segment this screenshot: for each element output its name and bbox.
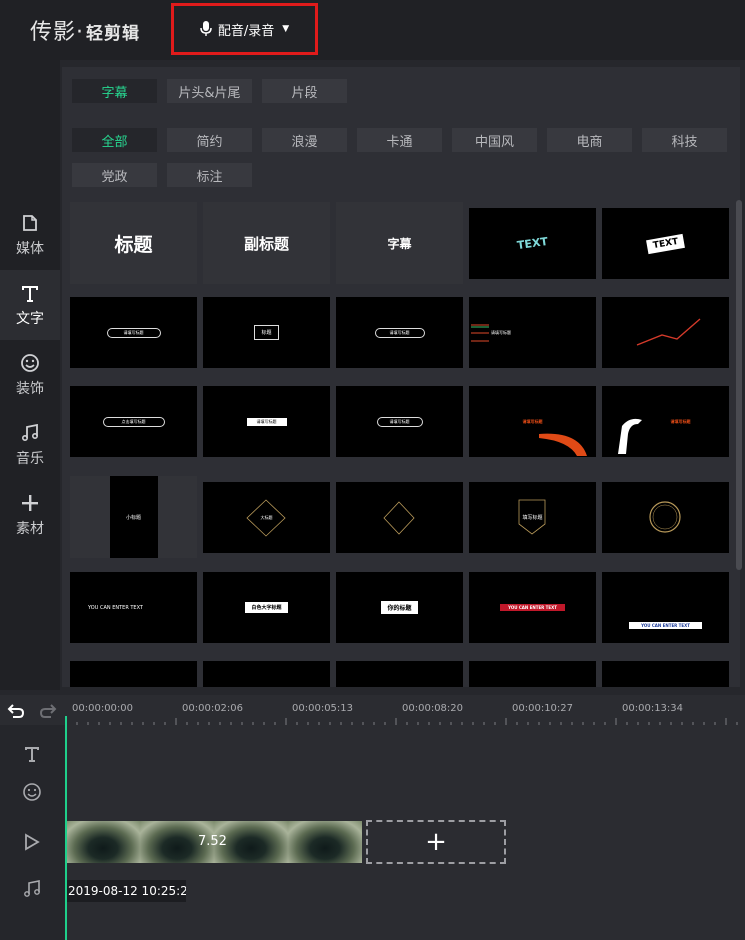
play-icon[interactable] — [20, 830, 44, 854]
clip-duration: 7.52 — [198, 834, 227, 849]
template-thumb[interactable]: 请填写标题 — [336, 297, 463, 368]
undo-icon[interactable] — [7, 701, 25, 719]
template-thumb[interactable] — [469, 661, 596, 687]
template-grid: 标题 副标题 字幕 TEXT TEXT 请填写标题 标题 请填写标题 请填写标题… — [70, 202, 730, 687]
template-thumb[interactable]: YOU CAN ENTER TEXT — [602, 572, 729, 643]
filter-all[interactable]: 全部 — [72, 128, 157, 152]
chevron-down-icon: ▼ — [282, 24, 290, 34]
template-thumb[interactable]: 你的标题 — [336, 572, 463, 643]
template-title[interactable]: 标题 — [70, 202, 197, 284]
filter-party[interactable]: 党政 — [72, 163, 157, 187]
template-thumb[interactable] — [602, 297, 729, 368]
redo-icon[interactable] — [39, 701, 57, 719]
template-thumb[interactable]: 请填写标题 — [469, 297, 596, 368]
time-label: 00:00:13:34 — [622, 703, 684, 714]
template-thumb[interactable] — [70, 661, 197, 687]
record-label: 配音/录音 — [217, 23, 275, 39]
voiceover-record-button[interactable]: 配音/录音 ▼ — [171, 3, 318, 55]
decoration-track-icon[interactable] — [20, 780, 44, 804]
template-text-cyan[interactable]: TEXT — [469, 208, 596, 279]
filter-annotation[interactable]: 标注 — [167, 163, 252, 187]
template-thumb[interactable] — [203, 661, 330, 687]
diagonal-arrow-graphic — [636, 318, 701, 346]
playhead[interactable] — [65, 716, 67, 940]
sidebar-item-label: 装饰 — [16, 381, 44, 397]
sidebar: 媒体 文字 装饰 音乐 素材 — [0, 60, 60, 690]
round-badge-graphic — [649, 501, 681, 533]
sidebar-item-label: 文字 — [16, 311, 44, 327]
music-icon — [19, 422, 41, 444]
sidebar-item-assets[interactable]: 素材 — [0, 480, 60, 550]
music-track-icon[interactable] — [20, 877, 44, 901]
clip-frame — [66, 821, 140, 863]
tab-subtitle[interactable]: 字幕 — [72, 79, 157, 103]
filter-chinese[interactable]: 中国风 — [452, 128, 537, 152]
template-caption[interactable]: 字幕 — [336, 202, 463, 284]
template-thumb[interactable]: 小标题 — [70, 476, 197, 558]
template-thumb[interactable]: 请填写标题 — [203, 386, 330, 457]
diamond-frame-graphic — [383, 501, 415, 535]
template-thumb[interactable]: 请填写标题 — [602, 386, 729, 457]
time-label: 00:00:05:13 — [292, 703, 354, 714]
sidebar-item-label: 媒体 — [16, 241, 44, 257]
template-thumb[interactable]: 点击填写标题 — [70, 386, 197, 457]
template-thumb[interactable] — [336, 482, 463, 553]
panel-scrollbar[interactable] — [736, 200, 742, 570]
template-thumb[interactable]: YOU CAN ENTER TEXT — [70, 572, 197, 643]
template-thumb[interactable] — [602, 482, 729, 553]
time-label: 00:00:08:20 — [402, 703, 464, 714]
add-clip-button[interactable]: + — [366, 820, 506, 864]
template-thumb[interactable]: 白色大字标题 — [203, 572, 330, 643]
time-label: 00:00:02:06 — [182, 703, 244, 714]
track-headers — [0, 725, 64, 940]
sidebar-item-music[interactable]: 音乐 — [0, 410, 60, 480]
template-thumb[interactable] — [336, 661, 463, 687]
template-thumb[interactable]: 请填写标题 — [336, 386, 463, 457]
text-template-panel: 字幕 片头&片尾 片段 全部 简约 浪漫 卡通 中国风 电商 科技 党政 标注 … — [62, 67, 740, 687]
filter-cartoon[interactable]: 卡通 — [357, 128, 442, 152]
template-thumb[interactable]: YOU CAN ENTER TEXT — [469, 572, 596, 643]
top-bar: 传影· 轻剪辑 配音/录音 ▼ — [0, 0, 745, 60]
plus-icon — [19, 492, 41, 514]
microphone-icon — [200, 21, 212, 36]
media-icon — [19, 212, 41, 234]
template-thumb[interactable]: 请填写标题 — [70, 297, 197, 368]
time-label: 00:00:00:00 — [72, 703, 134, 714]
template-subtitle[interactable]: 副标题 — [203, 202, 330, 284]
filter-ecommerce[interactable]: 电商 — [547, 128, 632, 152]
template-thumb[interactable]: 填写标题 — [469, 482, 596, 553]
clip-name-label: 2019-08-12 10:25:2.. — [66, 880, 186, 902]
filter-simple[interactable]: 简约 — [167, 128, 252, 152]
sidebar-item-text[interactable]: 文字 — [0, 270, 60, 340]
template-thumb[interactable] — [602, 661, 729, 687]
sidebar-item-label: 音乐 — [16, 451, 44, 467]
filter-romantic[interactable]: 浪漫 — [262, 128, 347, 152]
sidebar-item-decoration[interactable]: 装饰 — [0, 340, 60, 410]
clip-frame — [288, 821, 362, 863]
template-thumb[interactable]: 大标题 — [203, 482, 330, 553]
text-track-icon[interactable] — [20, 742, 44, 766]
app-logo: 传影· 轻剪辑 — [30, 20, 141, 45]
tab-segment[interactable]: 片段 — [262, 79, 347, 103]
smiley-icon — [19, 352, 41, 374]
template-thumb[interactable]: 请填写标题 — [469, 386, 596, 457]
time-label: 00:00:10:27 — [512, 703, 574, 714]
template-text-3d[interactable]: TEXT — [602, 208, 729, 279]
template-thumb[interactable]: 标题 — [203, 297, 330, 368]
sidebar-item-label: 素材 — [16, 521, 44, 537]
tab-intro-outro[interactable]: 片头&片尾 — [167, 79, 252, 103]
filter-tech[interactable]: 科技 — [642, 128, 727, 152]
sidebar-item-media[interactable]: 媒体 — [0, 200, 60, 270]
text-icon — [19, 282, 41, 304]
